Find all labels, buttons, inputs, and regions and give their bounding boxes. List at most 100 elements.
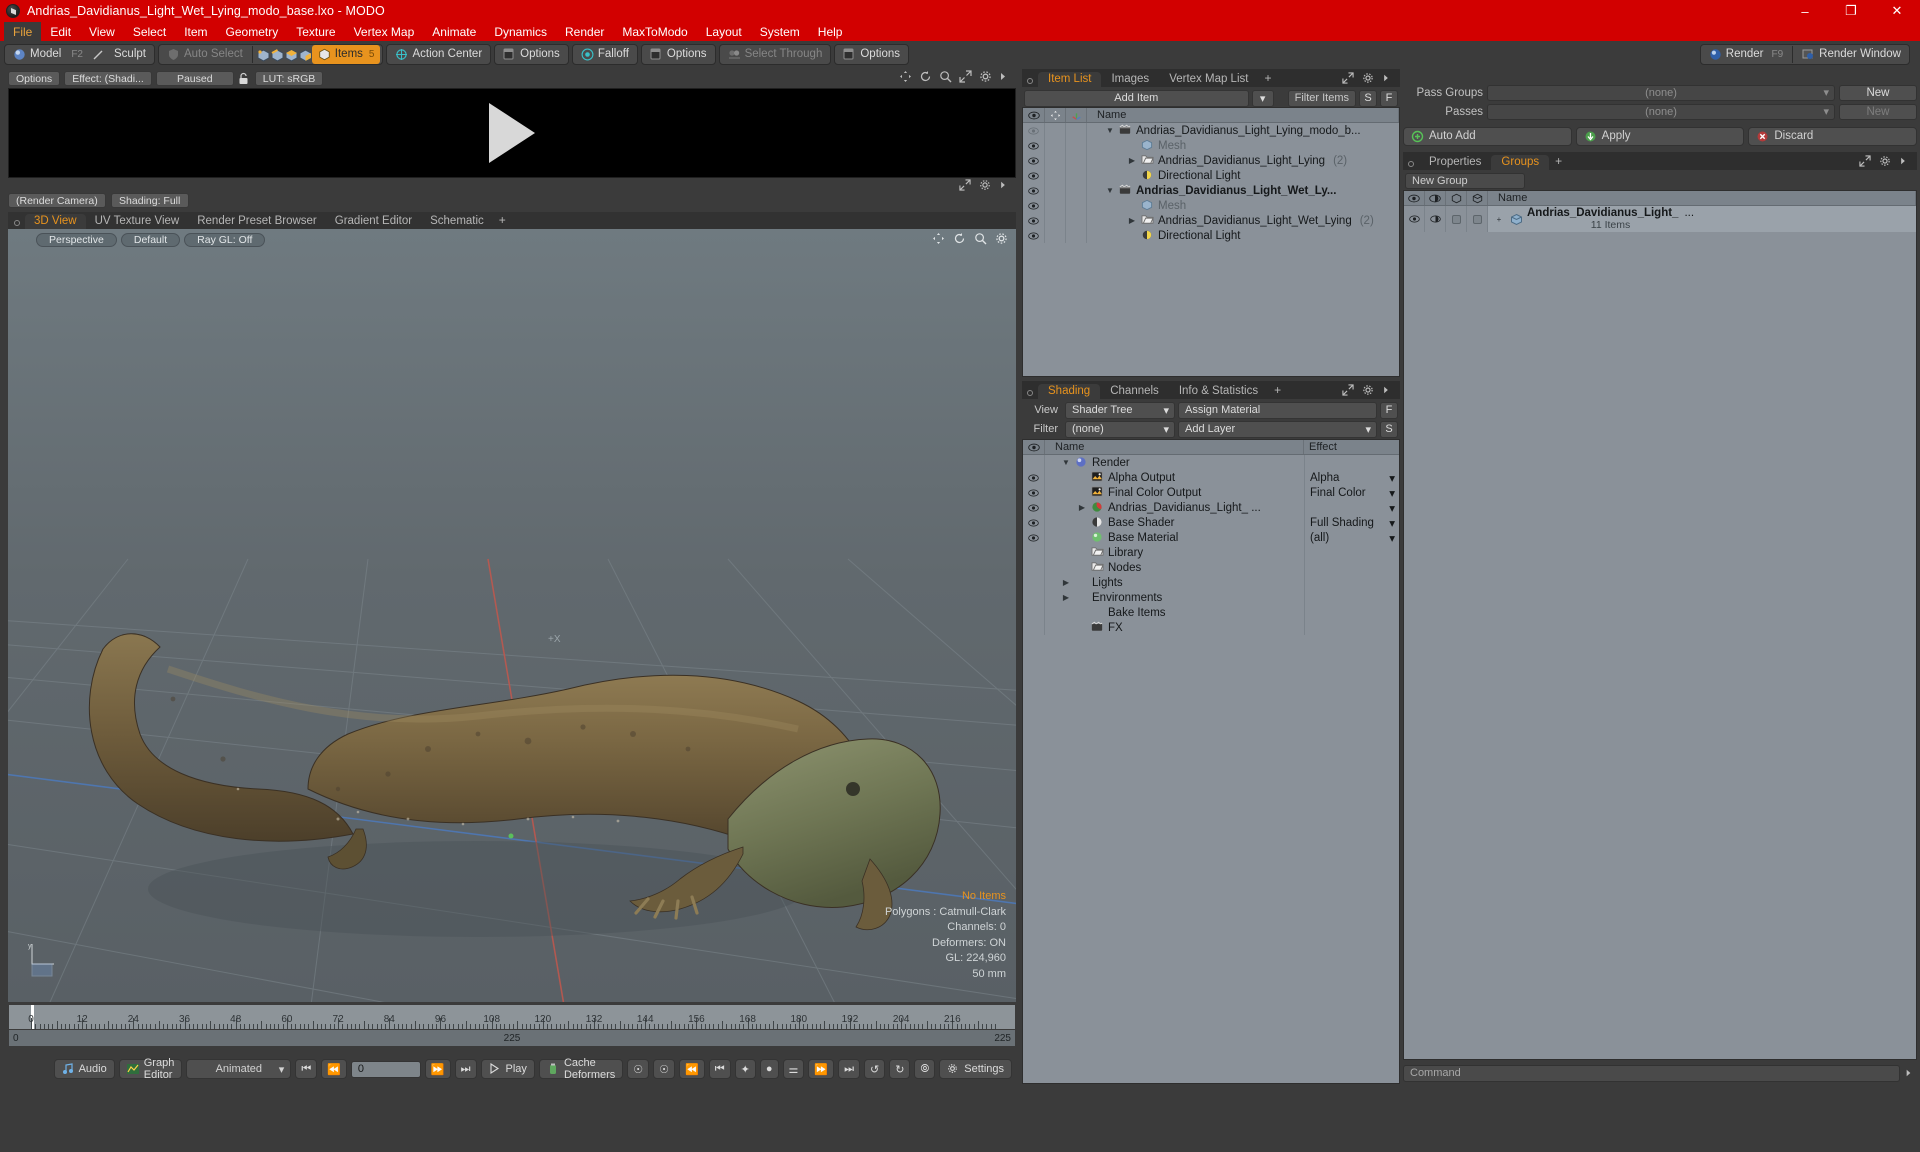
gear-icon[interactable] xyxy=(1362,72,1375,85)
item-name-cell[interactable]: ▼ Andrias_Davidianus_Light_Lying_modo_b..… xyxy=(1087,124,1399,137)
shading-tab-channels[interactable]: Channels xyxy=(1100,384,1169,399)
visibility-toggle[interactable] xyxy=(1023,470,1045,485)
filter-f-button[interactable]: F xyxy=(1380,89,1398,107)
new-pass-group-button[interactable]: New xyxy=(1839,84,1917,101)
shader-name-cell[interactable]: ▶ Lights xyxy=(1045,577,1304,589)
visibility-toggle[interactable] xyxy=(1023,590,1045,605)
chevron-right-icon[interactable] xyxy=(1899,155,1912,168)
shader-name-cell[interactable]: Nodes xyxy=(1045,561,1304,574)
key-create-button[interactable]: ✦ xyxy=(734,1059,756,1079)
first-frame-button[interactable]: ⏮ xyxy=(295,1059,318,1079)
assign-f-button[interactable]: F xyxy=(1380,401,1398,419)
passes-select[interactable]: (none) ▾ xyxy=(1487,103,1835,120)
action-center-button[interactable]: Action Center xyxy=(389,45,488,64)
preview-effect-button[interactable]: Effect: (Shadi... xyxy=(64,71,152,86)
gear-icon[interactable] xyxy=(979,70,992,83)
shader-tree-table[interactable]: Name Effect ▼ Render Alpha Output Alpha ▾ Fin… xyxy=(1022,439,1400,1084)
render-button[interactable]: Render F9 xyxy=(1703,45,1789,64)
shader-tree-row[interactable]: Library xyxy=(1023,545,1399,560)
item-name-cell[interactable]: ▶ Andrias_Davidianus_Light_Lying (2) xyxy=(1087,154,1399,167)
select-toggle[interactable] xyxy=(1467,206,1488,232)
move-icon[interactable] xyxy=(899,70,912,83)
lock-toggle[interactable] xyxy=(1045,138,1066,153)
menu-item-layout[interactable]: Layout xyxy=(697,22,751,41)
render-window-button[interactable]: Render Window xyxy=(1796,45,1907,64)
viewport-tab-add[interactable]: + xyxy=(493,213,512,229)
vertex-mode-icon[interactable] xyxy=(256,48,270,62)
shading-tab-add[interactable]: + xyxy=(1268,383,1287,399)
viewport-tab-render-preset-browser[interactable]: Render Preset Browser xyxy=(188,214,326,229)
shader-name-cell[interactable]: Alpha Output xyxy=(1045,471,1304,484)
shader-tree-row[interactable]: ▶ Andrias_Davidianus_Light_ ... ▾ xyxy=(1023,500,1399,515)
settings-button[interactable]: Settings xyxy=(939,1059,1012,1079)
viewport-tab-3d-view[interactable]: 3D View xyxy=(25,214,86,229)
lock-toggle[interactable] xyxy=(1045,123,1066,138)
shader-tree-row[interactable]: Bake Items xyxy=(1023,605,1399,620)
fk-toggle-button[interactable]: ☉ xyxy=(653,1059,676,1079)
item-list-row[interactable]: Mesh xyxy=(1023,198,1399,213)
shader-tree-row[interactable]: Final Color Output Final Color ▾ xyxy=(1023,485,1399,500)
select-through-button[interactable]: Select Through xyxy=(722,45,829,64)
auto-select-button[interactable]: Auto Select xyxy=(161,45,249,64)
axis-toggle[interactable] xyxy=(1066,228,1087,243)
viewport-perspective-button[interactable]: Perspective xyxy=(36,232,117,247)
item-list-tab-item-list[interactable]: Item List xyxy=(1038,72,1102,87)
visibility-toggle[interactable] xyxy=(1023,545,1045,560)
menu-item-view[interactable]: View xyxy=(80,22,124,41)
axis-toggle[interactable] xyxy=(1066,183,1087,198)
rotate-icon[interactable] xyxy=(919,70,932,83)
render-camera-button[interactable]: (Render Camera) xyxy=(8,193,106,208)
apply-button[interactable]: Apply xyxy=(1575,126,1745,146)
preview-options-button[interactable]: Options xyxy=(8,71,61,86)
item-list-row[interactable]: Mesh xyxy=(1023,138,1399,153)
twisty-icon[interactable]: ▼ xyxy=(1061,458,1071,467)
shader-name-cell[interactable]: Library xyxy=(1045,546,1304,559)
viewport-default-button[interactable]: Default xyxy=(120,232,181,247)
render-toggle[interactable] xyxy=(1446,206,1467,232)
last-frame-button[interactable]: ⏭ xyxy=(454,1059,477,1079)
auto-add-button[interactable]: Auto Add xyxy=(1403,126,1572,146)
shader-name-cell[interactable]: ▼ Render xyxy=(1045,456,1304,469)
falloff-button[interactable]: Falloff xyxy=(575,45,635,64)
expand-icon[interactable] xyxy=(959,178,972,192)
command-input[interactable]: Command xyxy=(1403,1064,1900,1082)
twisty-icon[interactable]: ▶ xyxy=(1061,578,1071,587)
chevron-right-icon[interactable] xyxy=(1904,1067,1917,1080)
items-mode-button[interactable]: Items 5 xyxy=(311,44,381,64)
options-button-1[interactable]: Options xyxy=(497,45,566,64)
effect-cell[interactable]: Full Shading ▾ xyxy=(1304,515,1399,530)
effect-cell[interactable]: ▾ xyxy=(1304,500,1399,515)
lock-toggle[interactable] xyxy=(1045,183,1066,198)
shader-view-select[interactable]: Shader Tree ▾ xyxy=(1065,401,1175,419)
tab-handle[interactable] xyxy=(14,220,20,226)
item-list-table[interactable]: Name ▼ Andrias_Davidianus_Light_Lying_mod… xyxy=(1022,107,1400,377)
groups-tab-properties[interactable]: Properties xyxy=(1419,155,1491,170)
material-mode-icon[interactable] xyxy=(298,48,312,62)
shader-tree-row[interactable]: Nodes xyxy=(1023,560,1399,575)
axis-toggle[interactable] xyxy=(1066,198,1087,213)
gear-icon[interactable] xyxy=(979,179,992,192)
group-name-cell[interactable]: + Andrias_Davidianus_Light_... 11 Items xyxy=(1488,206,1916,232)
expand-icon[interactable] xyxy=(1859,155,1872,168)
menu-item-help[interactable]: Help xyxy=(809,22,852,41)
lock-toggle[interactable] xyxy=(1045,153,1066,168)
close-button[interactable]: ✕ xyxy=(1874,0,1920,22)
viewport-raygl-button[interactable]: Ray GL: Off xyxy=(184,232,266,247)
shading-tab-shading[interactable]: Shading xyxy=(1038,384,1101,399)
visibility-toggle[interactable] xyxy=(1023,123,1045,138)
polygon-mode-icon[interactable] xyxy=(284,48,298,62)
menu-item-maxtomodo[interactable]: MaxToModo xyxy=(613,22,696,41)
item-name-cell[interactable]: Mesh xyxy=(1087,199,1399,212)
preview-canvas[interactable] xyxy=(8,88,1016,178)
preview-lut-button[interactable]: LUT: sRGB xyxy=(254,71,324,86)
visibility-toggle[interactable] xyxy=(1023,620,1045,635)
key-options-button[interactable]: ⚌ xyxy=(782,1059,805,1079)
tab-handle[interactable] xyxy=(1408,161,1414,167)
shader-filter-select[interactable]: (none) ▾ xyxy=(1065,420,1175,438)
viewport-tab-schematic[interactable]: Schematic xyxy=(421,214,493,229)
expand-icon[interactable]: + xyxy=(1492,215,1506,224)
lock-toggle[interactable] xyxy=(1045,168,1066,183)
twisty-icon[interactable]: ▶ xyxy=(1127,216,1137,225)
checkbox[interactable] xyxy=(1472,214,1482,224)
viewport-3d[interactable]: Perspective Default Ray GL: Off +X No It… xyxy=(8,229,1016,1002)
